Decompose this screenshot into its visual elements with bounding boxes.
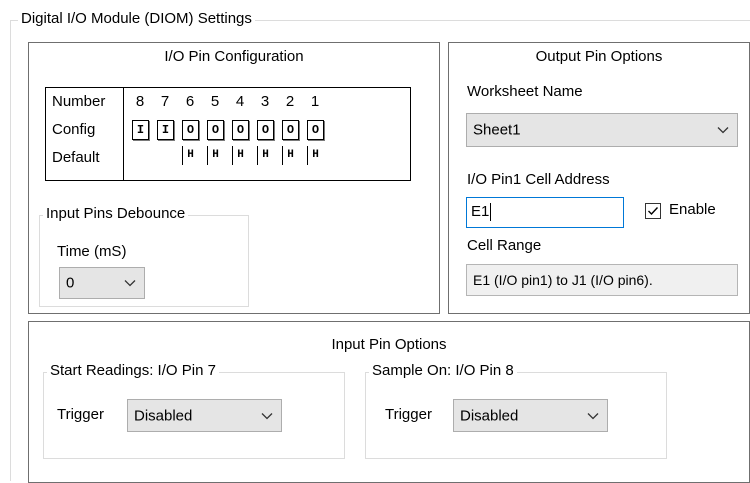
pin-2-config-button[interactable]: O bbox=[282, 120, 299, 140]
sample-on-title: Sample On: I/O Pin 8 bbox=[369, 362, 517, 379]
sample-trigger-label: Trigger bbox=[385, 406, 432, 423]
input-options-title: Input Pin Options bbox=[331, 336, 447, 353]
pin-number: 1 bbox=[310, 93, 320, 110]
enable-label: Enable bbox=[669, 201, 716, 218]
pin-3-default-toggle[interactable]: H bbox=[257, 146, 273, 165]
row-label-default: Default bbox=[52, 149, 100, 166]
pin-4-default-toggle[interactable]: H bbox=[232, 146, 248, 165]
pin-number: 4 bbox=[235, 93, 245, 110]
pin-8-config-button[interactable]: I bbox=[132, 120, 149, 140]
diom-settings-title: Digital I/O Module (DIOM) Settings bbox=[18, 10, 255, 27]
pin-2-default-toggle[interactable]: H bbox=[282, 146, 298, 165]
pin-number: 5 bbox=[210, 93, 220, 110]
chevron-down-icon bbox=[587, 407, 599, 424]
chevron-down-icon bbox=[261, 407, 273, 424]
row-label-config: Config bbox=[52, 121, 96, 138]
debounce-time-select[interactable]: 0 bbox=[59, 267, 145, 299]
cell-address-input[interactable]: E1 bbox=[466, 197, 624, 228]
cell-address-value: E1 bbox=[471, 203, 490, 220]
pin-3-config-button[interactable]: O bbox=[257, 120, 274, 140]
pin-number: 2 bbox=[285, 93, 295, 110]
pin-number: 3 bbox=[260, 93, 270, 110]
debounce-title: Input Pins Debounce bbox=[43, 205, 189, 222]
cell-range-value: E1 (I/O pin1) to J1 (I/O pin6). bbox=[473, 272, 653, 288]
sample-trigger-select[interactable]: Disabled bbox=[453, 399, 608, 432]
pin-number: 7 bbox=[160, 93, 170, 110]
pin-4-config-button[interactable]: O bbox=[232, 120, 249, 140]
debounce-time-value: 0 bbox=[66, 274, 75, 292]
pin-7-config-button[interactable]: I bbox=[157, 120, 174, 140]
pin-number: 8 bbox=[135, 93, 145, 110]
pin-config-panel: I/O Pin Configuration Number Config Defa… bbox=[28, 42, 440, 314]
chevron-down-icon bbox=[124, 275, 136, 292]
pin-number: 6 bbox=[185, 93, 195, 110]
input-options-panel: Input Pin Options Start Readings: I/O Pi… bbox=[28, 321, 750, 483]
checkmark-icon bbox=[648, 207, 659, 216]
start-trigger-select[interactable]: Disabled bbox=[127, 399, 282, 432]
start-trigger-value: Disabled bbox=[134, 407, 193, 424]
row-label-number: Number bbox=[52, 93, 106, 110]
grid-divider bbox=[123, 88, 124, 180]
sample-trigger-value: Disabled bbox=[460, 407, 519, 424]
debounce-time-label: Time (mS) bbox=[57, 243, 127, 260]
pin-5-default-toggle[interactable]: H bbox=[207, 146, 223, 165]
chevron-down-icon bbox=[717, 122, 729, 139]
pin-1-default-toggle[interactable]: H bbox=[307, 146, 323, 165]
cell-range-label: Cell Range bbox=[467, 237, 542, 254]
start-readings-title: Start Readings: I/O Pin 7 bbox=[47, 362, 219, 379]
worksheet-name-select[interactable]: Sheet1 bbox=[466, 113, 738, 147]
output-options-panel: Output Pin Options Worksheet Name Sheet1… bbox=[448, 42, 750, 314]
output-options-title: Output Pin Options bbox=[535, 48, 663, 65]
pin-6-config-button[interactable]: O bbox=[182, 120, 199, 140]
pin-5-config-button[interactable]: O bbox=[207, 120, 224, 140]
cell-range-field: E1 (I/O pin1) to J1 (I/O pin6). bbox=[466, 264, 738, 296]
enable-checkbox[interactable] bbox=[645, 203, 661, 219]
pin-grid: Number Config Default 8 I 7 I 6 O H 5 O … bbox=[45, 87, 411, 181]
worksheet-name-label: Worksheet Name bbox=[467, 83, 583, 100]
cell-address-label: I/O Pin1 Cell Address bbox=[467, 171, 610, 188]
pin-6-default-toggle[interactable]: H bbox=[182, 146, 198, 165]
pin-config-title: I/O Pin Configuration bbox=[164, 48, 304, 65]
pin-1-config-button[interactable]: O bbox=[307, 120, 324, 140]
start-trigger-label: Trigger bbox=[57, 406, 104, 423]
worksheet-name-value: Sheet1 bbox=[473, 121, 521, 139]
